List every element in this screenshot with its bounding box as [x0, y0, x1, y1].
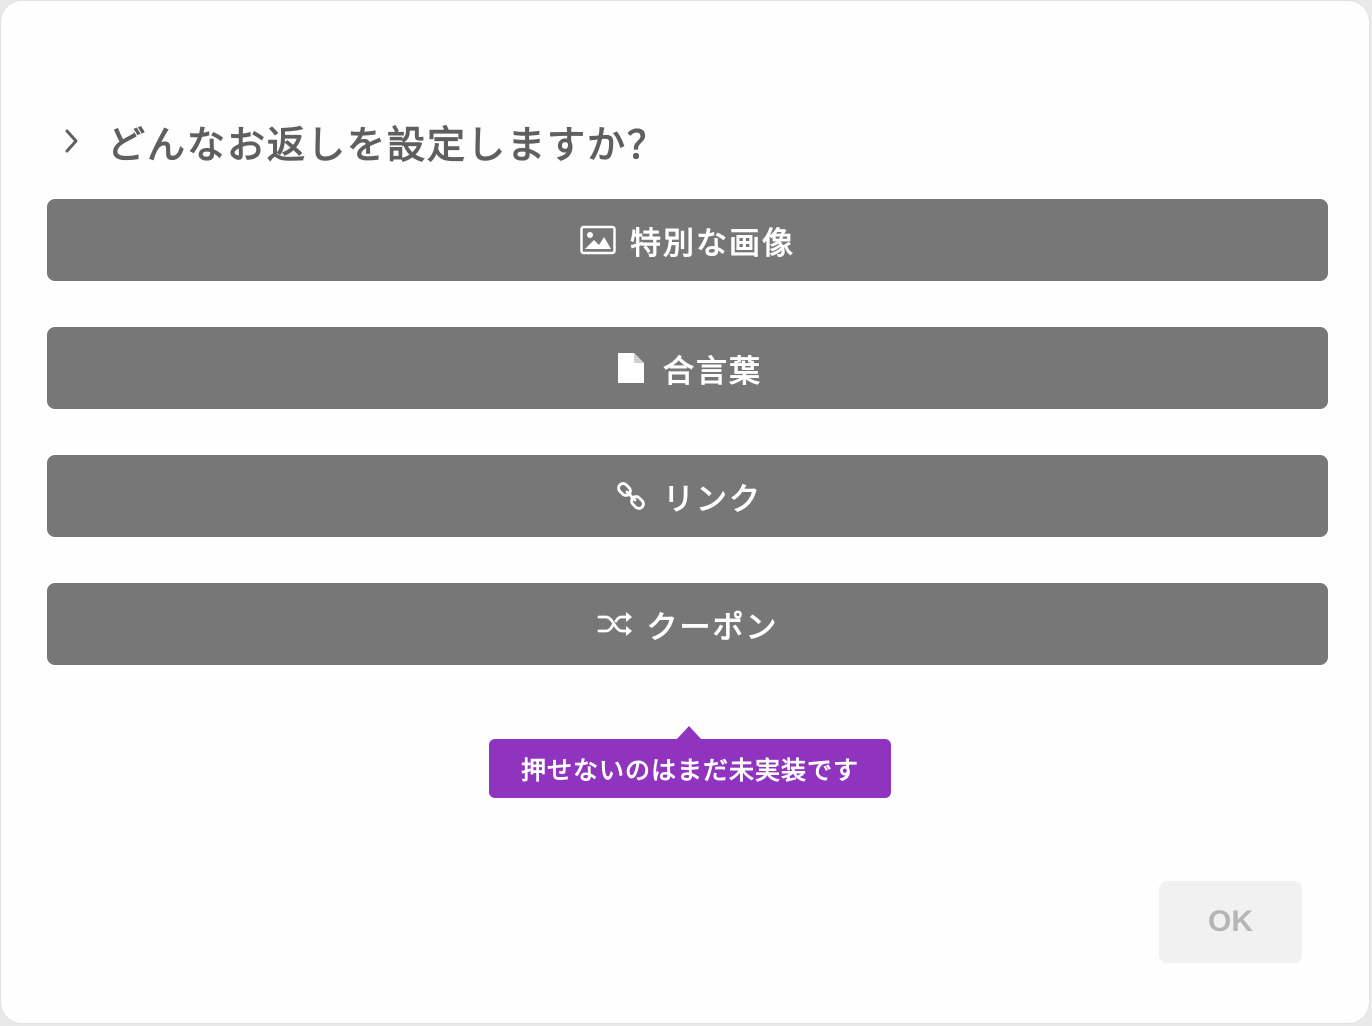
dialog-header: どんなお返しを設定しますか？ [57, 109, 667, 173]
option-link-button[interactable]: リンク [47, 455, 1328, 537]
not-implemented-tooltip: 押せないのはまだ未実装です [489, 726, 891, 798]
option-coupon-button[interactable]: クーポン [47, 583, 1328, 665]
tooltip-text: 押せないのはまだ未実装です [520, 755, 859, 785]
image-icon [580, 222, 616, 258]
option-label: リンク [663, 481, 762, 518]
option-special-image-button[interactable]: 特別な画像 [47, 199, 1328, 281]
chevron-right-icon [57, 127, 85, 155]
option-label: クーポン [646, 609, 779, 646]
reward-dialog: どんなお返しを設定しますか？ 特別な画像 合言葉 リンク クーポン 押せないのは… [0, 0, 1370, 1024]
ok-button[interactable]: OK [1159, 881, 1302, 963]
option-label: 合言葉 [663, 353, 762, 390]
shuffle-icon [597, 606, 633, 642]
link-icon [613, 478, 649, 514]
option-label: 特別な画像 [630, 225, 795, 262]
document-icon [613, 350, 649, 386]
option-passphrase-button[interactable]: 合言葉 [47, 327, 1328, 409]
dialog-title: どんなお返しを設定しますか？ [107, 122, 668, 167]
